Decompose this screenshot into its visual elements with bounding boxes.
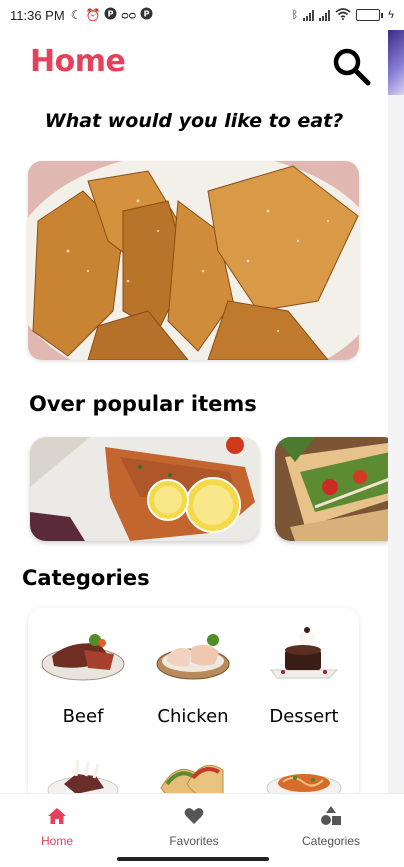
nav-item-categories[interactable]: Categories bbox=[266, 804, 396, 848]
charging-icon: ϟ bbox=[388, 9, 394, 21]
status-right-icons: ᛒ ϟ bbox=[291, 7, 394, 23]
signal-icon bbox=[303, 9, 315, 21]
categories-grid: Beef Chicken Dessert bbox=[28, 608, 359, 800]
home-gesture-bar[interactable] bbox=[117, 857, 269, 861]
category-item-chicken[interactable]: Chicken bbox=[138, 622, 248, 727]
voicemail-icon: ᴑᴑ bbox=[121, 8, 137, 22]
chicken-image bbox=[138, 622, 248, 686]
nav-label-categories: Categories bbox=[301, 834, 361, 848]
search-icon bbox=[333, 48, 371, 86]
notification-p-icon: P bbox=[104, 7, 117, 23]
nav-label-home: Home bbox=[40, 834, 73, 848]
popular-item-card[interactable] bbox=[275, 437, 388, 541]
shapes-icon bbox=[266, 804, 396, 828]
nav-item-favorites[interactable]: Favorites bbox=[129, 804, 259, 848]
moon-icon: ☾ bbox=[70, 8, 82, 22]
home-icon bbox=[0, 804, 122, 828]
status-time: 11:36 PM bbox=[10, 7, 65, 23]
wifi-icon bbox=[335, 7, 351, 23]
status-left-icons: ☾ ⏰ P ᴑᴑ P bbox=[71, 7, 153, 23]
search-button[interactable] bbox=[328, 44, 374, 88]
battery-icon bbox=[356, 9, 384, 21]
subtitle: What would you like to eat? bbox=[44, 110, 344, 132]
nav-item-home[interactable]: Home bbox=[0, 804, 122, 848]
hero-food-image[interactable] bbox=[28, 161, 359, 360]
alarm-icon: ⏰ bbox=[85, 8, 101, 22]
dessert-image bbox=[249, 622, 359, 686]
category-label: Beef bbox=[62, 706, 104, 727]
signal-icon bbox=[319, 9, 331, 21]
categories-section-title: Categories bbox=[22, 566, 150, 590]
svg-text:P: P bbox=[108, 10, 114, 19]
svg-text:P: P bbox=[144, 10, 150, 19]
heart-icon bbox=[129, 804, 259, 828]
category-item-beef[interactable]: Beef bbox=[28, 622, 138, 727]
page-title: Home bbox=[30, 44, 126, 79]
beef-image bbox=[28, 622, 138, 686]
bottom-navigation: Home Favorites Categories bbox=[0, 793, 404, 867]
popular-item-card[interactable] bbox=[30, 437, 259, 541]
bluetooth-icon: ᛒ bbox=[291, 9, 299, 21]
category-label: Dessert bbox=[269, 706, 339, 727]
status-bar: 11:36 PM ☾ ⏰ P ᴑᴑ P ᛒ ϟ bbox=[0, 0, 404, 30]
background-app-edge bbox=[388, 30, 404, 800]
popular-section-title: Over popular items bbox=[29, 392, 257, 416]
nav-label-favorites: Favorites bbox=[169, 834, 219, 848]
category-item-dessert[interactable]: Dessert bbox=[249, 622, 359, 727]
category-label: Chicken bbox=[157, 706, 229, 727]
notification-p-icon: P bbox=[140, 7, 153, 23]
app-screen: Home What would you like to eat? Over po… bbox=[0, 30, 388, 800]
